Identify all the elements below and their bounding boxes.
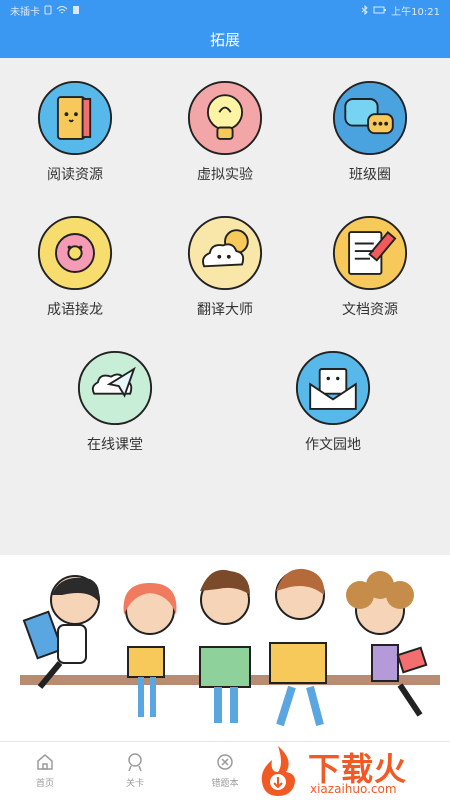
tab-level[interactable]: 关卡 — [95, 752, 175, 789]
tile-writing-garden[interactable]: 作文园地 — [273, 328, 393, 458]
bluetooth-icon — [361, 5, 368, 15]
envelope-icon — [295, 350, 371, 426]
book-icon — [37, 80, 113, 156]
donut-icon — [37, 215, 113, 291]
tab-home[interactable]: 首页 — [5, 752, 85, 789]
tab-label: 错题本 — [211, 779, 239, 789]
page-header: 拓展 — [0, 20, 450, 58]
wifi-icon — [56, 6, 68, 14]
tab-label: 关卡 — [125, 779, 144, 789]
clock-text: 上午10:21 — [391, 6, 440, 18]
tile-label: 班级圈 — [349, 167, 391, 183]
tile-label: 翻译大师 — [197, 302, 253, 318]
tile-label: 成语接龙 — [47, 302, 103, 318]
tile-virtual-experiment[interactable]: 虚拟实验 — [165, 58, 285, 188]
wrong-answer-icon — [217, 754, 233, 770]
carrier-text: 未插卡 — [10, 6, 40, 18]
hero-illustration — [0, 555, 450, 745]
cloud-moon-icon — [187, 215, 263, 291]
tile-label: 作文园地 — [305, 437, 361, 453]
notepad-pencil-icon — [332, 215, 408, 291]
tile-label: 虚拟实验 — [197, 167, 253, 183]
tab-label: 首页 — [35, 779, 54, 789]
status-bar: 未插卡 上午10:21 — [0, 0, 450, 20]
tile-label: 在线课堂 — [87, 437, 143, 453]
kids-reading-illustration — [0, 555, 450, 745]
tile-idiom-chain[interactable]: 成语接龙 — [15, 193, 135, 323]
level-icon — [128, 753, 142, 772]
lightbulb-icon — [187, 80, 263, 156]
home-icon — [37, 754, 53, 770]
page-title: 拓展 — [209, 30, 240, 49]
battery-icon — [373, 6, 387, 14]
tile-class-circle[interactable]: 班级圈 — [310, 58, 430, 188]
notification-icon — [73, 6, 79, 14]
tile-label: 阅读资源 — [47, 167, 103, 183]
fire-logo-icon — [261, 746, 295, 796]
watermark: 下载火 xiazaihuo.com — [250, 742, 440, 798]
feature-grid: 阅读资源 虚拟实验 班级圈 成语接龙 翻译大师 文档资源 在线课堂 作文园地 — [0, 58, 450, 558]
sim-icon — [44, 5, 52, 15]
watermark-domain: xiazaihuo.com — [310, 782, 397, 796]
chat-bubbles-icon — [332, 80, 408, 156]
tile-document-resources[interactable]: 文档资源 — [310, 193, 430, 323]
tile-label: 文档资源 — [342, 302, 398, 318]
tile-reading-resources[interactable]: 阅读资源 — [15, 58, 135, 188]
tile-online-classroom[interactable]: 在线课堂 — [55, 328, 175, 458]
tile-translation-master[interactable]: 翻译大师 — [165, 193, 285, 323]
paper-plane-icon — [77, 350, 153, 426]
